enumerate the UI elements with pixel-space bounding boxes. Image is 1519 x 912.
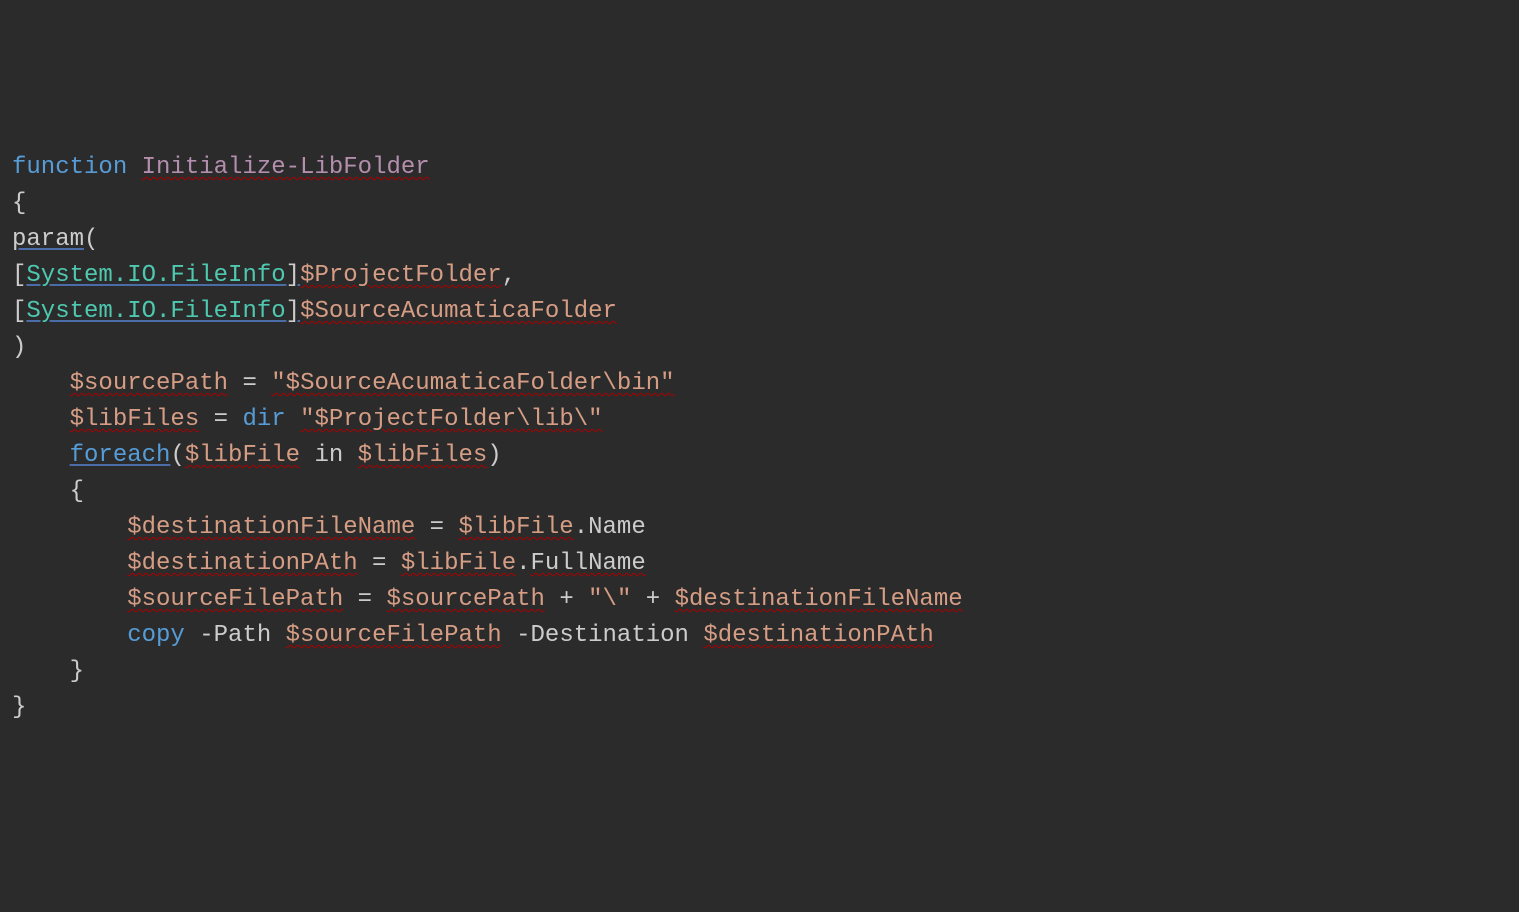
brace-open: { bbox=[12, 478, 84, 505]
var-libfile: $libFile bbox=[458, 514, 573, 541]
var-libfiles: $libFiles bbox=[358, 442, 488, 469]
var-sourcepath: $sourcePath bbox=[386, 586, 544, 613]
brace-close: } bbox=[12, 694, 26, 721]
string-literal: "$SourceAcumaticaFolder\bin" bbox=[271, 370, 674, 397]
var-destinationpath: $destinationPAth bbox=[127, 550, 357, 577]
var-sourcepath: $sourcePath bbox=[70, 370, 228, 397]
var-sourcefilepath: $sourceFilePath bbox=[286, 622, 502, 649]
var-sourcefilepath: $sourceFilePath bbox=[127, 586, 343, 613]
var-destinationfilename: $destinationFileName bbox=[127, 514, 415, 541]
cmdlet-copy: copy bbox=[127, 622, 185, 649]
prop-fullname: FullName bbox=[531, 550, 646, 577]
keyword-param: param bbox=[12, 226, 84, 253]
var-libfile: $libFile bbox=[185, 442, 300, 469]
keyword-function: function bbox=[12, 154, 127, 181]
var-libfile: $libFile bbox=[401, 550, 516, 577]
code-editor[interactable]: function Initialize-LibFolder { param( [… bbox=[12, 150, 1507, 726]
keyword-foreach: foreach bbox=[70, 442, 171, 469]
brace-close: } bbox=[12, 658, 84, 685]
var-libfiles: $libFiles bbox=[70, 406, 200, 433]
var-destinationpath: $destinationPAth bbox=[703, 622, 933, 649]
var-projectfolder: $ProjectFolder bbox=[300, 262, 502, 289]
type-fileinfo: System.IO.FileInfo bbox=[26, 262, 285, 289]
prop-name: Name bbox=[588, 514, 646, 541]
var-destinationfilename: $destinationFileName bbox=[675, 586, 963, 613]
type-fileinfo: System.IO.FileInfo bbox=[26, 298, 285, 325]
cmdlet-dir: dir bbox=[242, 406, 285, 433]
var-sourceacumaticafolder: $SourceAcumaticaFolder bbox=[300, 298, 617, 325]
function-name: Initialize-LibFolder bbox=[142, 154, 430, 181]
string-literal: "$ProjectFolder\lib\" bbox=[300, 406, 602, 433]
brace-open: { bbox=[12, 190, 26, 217]
string-literal: "\" bbox=[588, 586, 631, 613]
